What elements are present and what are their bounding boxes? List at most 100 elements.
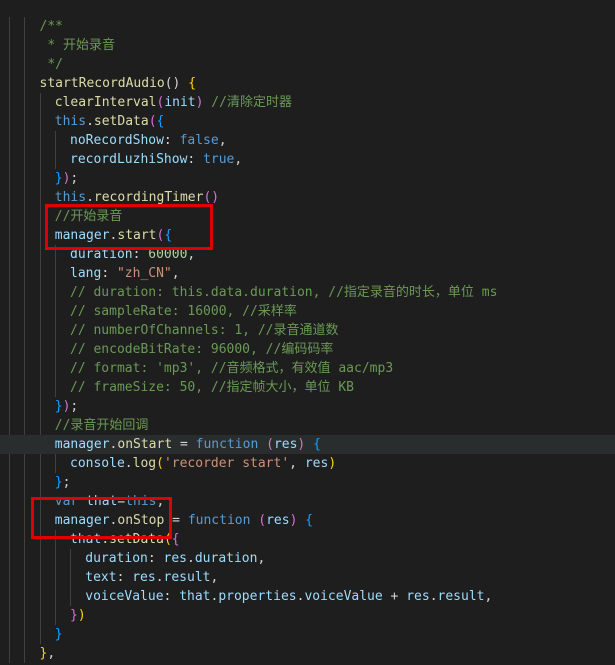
code-token: false: [179, 133, 219, 148]
code-token: .: [86, 114, 94, 129]
code-token: (: [156, 456, 164, 471]
code-token: (: [148, 114, 157, 129]
code-line: };: [0, 473, 615, 492]
code-line: });: [0, 397, 615, 416]
code-line: voiceValue: that.properties.voiceValue +…: [0, 587, 615, 606]
code-line: // numberOfChannels: 1, //录音通道数: [0, 321, 615, 340]
code-line: // duration: this.data.duration, //指定录音的…: [0, 283, 615, 302]
code-line: });: [0, 169, 615, 188]
code-token: {: [156, 114, 165, 129]
annotation-box-onstop: [31, 497, 172, 539]
code-token: // format: 'mp3', //音频格式，有效值 aac/mp3: [70, 361, 394, 376]
code-token: result: [163, 570, 211, 585]
code-token: :: [116, 570, 133, 585]
code-token: noRecordShow: [70, 133, 164, 148]
code-token: .: [124, 456, 133, 471]
code-token: properties: [218, 589, 297, 604]
code-token: ;: [62, 475, 71, 490]
code-token: ,: [171, 266, 180, 281]
code-token: .: [155, 570, 164, 585]
code-token: .: [187, 551, 195, 566]
code-token: clearInterval: [54, 95, 157, 110]
code-token: ;: [70, 399, 79, 414]
code-token: {: [188, 76, 197, 91]
code-token: {: [305, 513, 314, 528]
code-token: true: [203, 152, 235, 167]
code-line: startRecordAudio() {: [0, 74, 615, 93]
code-token: {: [313, 437, 321, 452]
code-token: :: [101, 266, 117, 281]
code-token: ;: [70, 171, 79, 186]
code-token: }: [54, 627, 63, 642]
code-line: text: res.result,: [0, 568, 615, 587]
code-token: lang: [70, 266, 102, 281]
code-token: // numberOfChannels: 1, //录音通道数: [70, 323, 339, 338]
code-line: /**: [0, 17, 615, 36]
code-line: manager.onStart = function (res) {: [0, 435, 615, 454]
code-token: console: [70, 456, 125, 471]
code-token: setData: [93, 114, 149, 129]
code-token: res: [266, 513, 290, 528]
code-token: */: [39, 57, 63, 72]
code-token: ,: [47, 646, 56, 661]
code-token: that: [179, 589, 211, 604]
code-token: log: [132, 456, 157, 471]
code-token: 'recorder start': [163, 456, 290, 471]
code-token: res: [273, 437, 298, 452]
code-line: //录音开始回调: [0, 416, 615, 435]
code-token: ): [77, 608, 86, 623]
code-token: ,: [218, 133, 227, 148]
code-token: :: [163, 133, 180, 148]
code-token: text: [85, 570, 117, 585]
code-editor[interactable]: /** * 开始录音 */startRecordAudio() {clearIn…: [0, 0, 615, 665]
code-token: res: [163, 551, 188, 566]
code-token: +: [382, 589, 407, 604]
code-line: clearInterval(init) //清除定时器: [0, 93, 615, 112]
code-token: :: [187, 152, 204, 167]
code-token: (: [266, 437, 274, 452]
code-token: recordingTimer: [93, 190, 204, 205]
code-token: manager: [54, 437, 110, 452]
code-token: function: [187, 513, 251, 528]
code-token: //录音开始回调: [54, 418, 149, 433]
code-line: // encodeBitRate: 96000, //编码码率: [0, 340, 615, 359]
code-token: * 开始录音: [39, 38, 115, 53]
code-token: .: [429, 589, 438, 604]
code-token: "zh_CN": [116, 266, 172, 281]
code-token: =: [172, 437, 196, 452]
code-token: res: [406, 589, 430, 604]
code-line: }: [0, 625, 615, 644]
code-token: voiceValue: [304, 589, 383, 604]
code-token: ,: [484, 589, 493, 604]
code-token: onStart: [117, 437, 173, 452]
code-line: * 开始录音: [0, 36, 615, 55]
code-token: duration: [85, 551, 148, 566]
annotation-box-start: [45, 204, 213, 250]
code-line: // sampleRate: 16000, //采样率: [0, 302, 615, 321]
code-line: recordLuzhiShow: true,: [0, 150, 615, 169]
code-token: //清除定时器: [211, 95, 292, 110]
code-token: ,: [234, 152, 243, 167]
code-line: // frameSize: 50, //指定帧大小，单位 KB: [0, 378, 615, 397]
code-token: res: [304, 456, 329, 471]
code-token: // sampleRate: 16000, //采样率: [70, 304, 297, 319]
code-token: :: [163, 589, 180, 604]
code-token: this: [54, 114, 87, 129]
code-token: result: [437, 589, 485, 604]
code-token: /**: [39, 19, 63, 34]
code-line: lang: "zh_CN",: [0, 264, 615, 283]
code-token: function: [195, 437, 259, 452]
code-token: }: [54, 399, 63, 414]
code-line: console.log('recorder start', res): [0, 454, 615, 473]
code-token: init: [164, 95, 196, 110]
code-token: // duration: this.data.duration, //指定录音的…: [70, 285, 498, 300]
code-token: (): [203, 190, 220, 205]
code-token: }: [54, 475, 63, 490]
code-line: */: [0, 55, 615, 74]
code-token: duration: [194, 551, 258, 566]
code-token: res: [132, 570, 156, 585]
code-token: (: [258, 513, 267, 528]
code-token: startRecordAudio: [39, 76, 165, 91]
code-token: recordLuzhiShow: [70, 152, 188, 167]
